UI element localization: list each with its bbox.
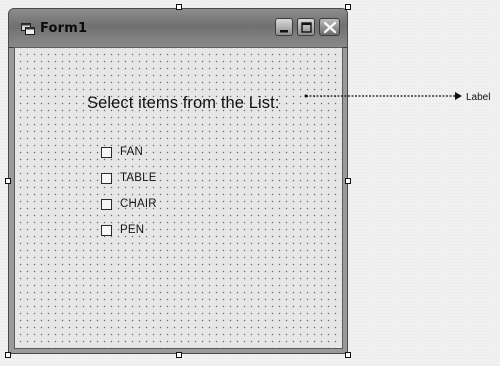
close-icon (323, 21, 337, 34)
checkbox-table[interactable]: TABLE (101, 170, 157, 186)
maximize-button[interactable] (297, 18, 315, 36)
checkbox-fan[interactable]: FAN (101, 144, 143, 160)
checkbox-label: FAN (120, 146, 143, 158)
minimize-button[interactable] (275, 18, 293, 36)
form-client-area: Select items from the List: FAN TABLE CH… (14, 47, 343, 349)
resize-handle-bottom-left[interactable] (5, 352, 11, 358)
resize-handle-left[interactable] (5, 178, 11, 184)
form-window: Form1 Select items from the List: FAN TA… (8, 8, 348, 354)
checkbox-box[interactable] (101, 198, 112, 210)
checkbox-label: TABLE (120, 172, 157, 184)
maximize-icon (301, 22, 312, 33)
checkbox-label: CHAIR (120, 198, 157, 210)
resize-handle-right[interactable] (345, 178, 351, 184)
resize-handle-top[interactable] (176, 4, 182, 10)
checkbox-pen[interactable]: PEN (101, 222, 144, 238)
checkbox-box[interactable] (101, 224, 112, 236)
checkbox-box[interactable] (101, 146, 112, 158)
resize-handle-top-right[interactable] (345, 4, 351, 10)
close-button[interactable] (319, 18, 340, 36)
form-window-icon (21, 22, 35, 35)
minimize-icon (280, 30, 288, 33)
instruction-label: Select items from the List: (87, 94, 280, 112)
window-title: Form1 (40, 21, 88, 36)
resize-handle-bottom[interactable] (176, 352, 182, 358)
checkbox-chair[interactable]: CHAIR (101, 196, 157, 212)
checkbox-box[interactable] (101, 172, 112, 184)
checkbox-label: PEN (120, 224, 145, 236)
title-bar[interactable]: Form1 (9, 9, 347, 48)
annotation-label: Label (466, 92, 491, 103)
resize-handle-bottom-right[interactable] (345, 352, 351, 358)
